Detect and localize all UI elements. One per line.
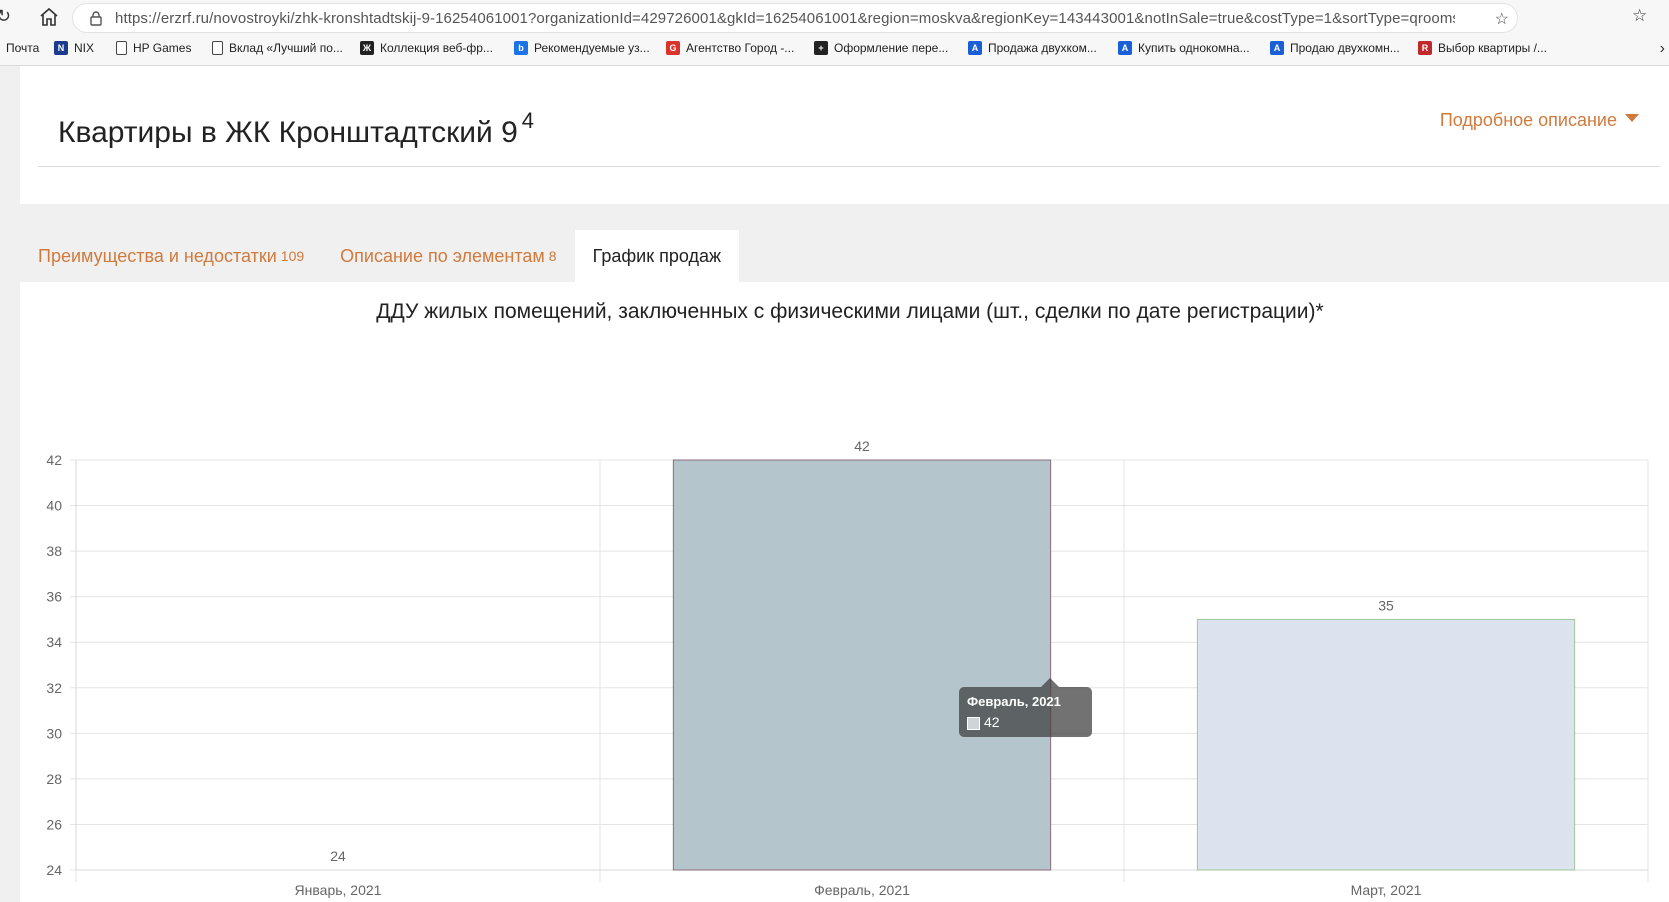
tab-sales-chart[interactable]: График продаж	[574, 230, 740, 282]
x-tick-label: Январь, 2021	[295, 882, 382, 898]
tooltip-swatch	[967, 717, 980, 730]
browser-toolbar: ↻ https://erzrf.ru/novostroyki/zhk-krons…	[0, 0, 1669, 36]
page-icon[interactable]	[212, 41, 223, 55]
tab-label[interactable]: Описание по элементам	[340, 246, 545, 267]
tabs: Преимущества и недостатки 109 Описание по…	[20, 230, 740, 282]
y-tick-label: 42	[46, 452, 62, 468]
page-icon[interactable]	[116, 41, 127, 55]
details-dropdown[interactable]: Подробное описание	[1440, 110, 1639, 131]
chart-panel: ДДУ жилых помещений, заключенных с физич…	[20, 282, 1669, 902]
bookmark-label[interactable]: Агентство Город -...	[686, 41, 794, 55]
home-icon[interactable]	[38, 6, 60, 28]
bookmark-item[interactable]: b Рекомендуемые уз...	[514, 41, 650, 55]
bookmarks-bar: Почта N NIX HP Games Вклад «Лучший по... Ж Кол…	[0, 36, 1669, 66]
y-tick-label: 30	[46, 725, 62, 741]
bookmark-label[interactable]: Коллекция веб-фр...	[380, 41, 493, 55]
y-tick-label: 36	[46, 589, 62, 605]
tab-advantages[interactable]: Преимущества и недостатки 109	[20, 230, 322, 282]
bookmark-item[interactable]: N NIX	[54, 41, 94, 55]
bar-chart: 2426283032343638404224Январь, 202142Февр…	[46, 438, 1649, 898]
tab-label[interactable]: График продаж	[593, 246, 721, 267]
bookmark-item[interactable]: R Выбор квартиры /...	[1418, 41, 1547, 55]
bing-icon[interactable]: b	[514, 41, 528, 55]
bookmark-label[interactable]: Рекомендуемые уз...	[534, 41, 650, 55]
chart-tooltip: Февраль, 2021 42	[959, 687, 1092, 737]
tab-label[interactable]: Преимущества и недостатки	[38, 246, 277, 267]
a-icon[interactable]: A	[1118, 41, 1132, 55]
tooltip-title: Февраль, 2021	[967, 694, 1061, 709]
page-content: Квартиры в ЖК Кронштадтский 94 Подробное…	[0, 66, 1669, 902]
bar	[1196, 618, 1576, 871]
bookmark-item[interactable]: Почта	[6, 41, 39, 55]
collection-icon[interactable]: Ж	[360, 41, 374, 55]
g-icon[interactable]: G	[666, 41, 680, 55]
bookmark-label[interactable]: Вклад «Лучший по...	[229, 41, 343, 55]
bookmark-label[interactable]: Купить однокомна...	[1138, 41, 1250, 55]
y-tick-label: 24	[46, 862, 62, 878]
y-tick-label: 38	[46, 543, 62, 559]
caret-down-icon[interactable]	[1625, 113, 1639, 122]
divider	[38, 166, 1660, 167]
bookmark-item[interactable]: A Продажа двухком...	[968, 41, 1097, 55]
details-label[interactable]: Подробное описание	[1440, 110, 1617, 131]
data-label: 24	[330, 848, 346, 864]
bookmark-label[interactable]: Выбор квартиры /...	[1438, 41, 1547, 55]
bookmark-item[interactable]: Вклад «Лучший по...	[212, 41, 343, 55]
bookmark-item[interactable]: A Купить однокомна...	[1118, 41, 1250, 55]
chevron-right-icon[interactable]: ›	[1660, 40, 1665, 58]
bookmark-item[interactable]: G Агентство Город -...	[666, 41, 794, 55]
rg-icon[interactable]: R	[1418, 41, 1432, 55]
lock-icon[interactable]	[89, 10, 103, 26]
url-text[interactable]: https://erzrf.ru/novostroyki/zhk-kronsht…	[115, 10, 1455, 27]
data-label: 35	[1378, 597, 1394, 613]
plus-icon[interactable]: +	[814, 41, 828, 55]
bookmark-item[interactable]: HP Games	[116, 41, 191, 55]
bookmark-item[interactable]: + Оформление пере...	[814, 41, 948, 55]
bookmark-item[interactable]: A Продаю двухкомн...	[1270, 41, 1400, 55]
a-icon[interactable]: A	[968, 41, 982, 55]
y-tick-label: 26	[46, 816, 62, 832]
tooltip-value: 42	[984, 714, 1000, 730]
header-card: Квартиры в ЖК Кронштадтский 94 Подробное…	[20, 66, 1669, 204]
nix-icon[interactable]: N	[54, 41, 68, 55]
y-tick-label: 34	[46, 634, 62, 650]
y-tick-label: 28	[46, 771, 62, 787]
page-title: Квартиры в ЖК Кронштадтский 94	[58, 108, 534, 150]
bookmark-label[interactable]: Продажа двухком...	[988, 41, 1097, 55]
bookmark-item[interactable]: Ж Коллекция веб-фр...	[360, 41, 493, 55]
x-tick-label: Февраль, 2021	[814, 882, 910, 898]
x-tick-label: Март, 2021	[1351, 882, 1422, 898]
bookmark-label[interactable]: Оформление пере...	[834, 41, 948, 55]
data-label: 42	[854, 438, 870, 454]
tab-count: 109	[280, 248, 305, 264]
bookmark-label[interactable]: HP Games	[133, 41, 191, 55]
tab-count: 8	[548, 248, 557, 264]
bookmark-label[interactable]: Почта	[6, 41, 39, 55]
reload-icon[interactable]: ↻	[0, 6, 16, 30]
add-favorite-icon[interactable]: ☆	[1495, 9, 1509, 29]
favorites-icon[interactable]: ☆	[1632, 6, 1647, 26]
bookmark-label[interactable]: Продаю двухкомн...	[1290, 41, 1400, 55]
tab-elements[interactable]: Описание по элементам 8	[322, 230, 574, 282]
y-tick-label: 40	[46, 498, 62, 514]
tooltip-arrow	[1041, 678, 1059, 687]
address-bar[interactable]: https://erzrf.ru/novostroyki/zhk-kronsht…	[72, 3, 1518, 33]
bar	[672, 459, 1052, 871]
bookmark-label[interactable]: NIX	[74, 41, 94, 55]
a-icon[interactable]: A	[1270, 41, 1284, 55]
page-title-text: Квартиры в ЖК Кронштадтский 9	[58, 116, 518, 149]
page-title-count: 4	[521, 108, 535, 133]
y-tick-label: 32	[46, 680, 62, 696]
